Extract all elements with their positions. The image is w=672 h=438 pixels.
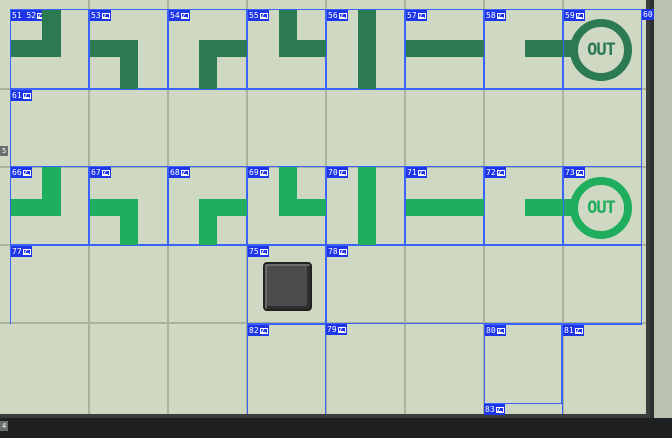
image-icon bbox=[180, 12, 189, 19]
tile-tag: 66 bbox=[11, 167, 32, 178]
image-icon bbox=[22, 92, 31, 99]
pipe-tile-elbow[interactable]: 55 bbox=[247, 9, 327, 89]
pipe-tile-elbow[interactable]: 66 bbox=[10, 166, 89, 245]
empty-cell: 81 bbox=[562, 324, 642, 414]
tile-tag: 54 bbox=[169, 10, 190, 21]
stone-block-icon[interactable] bbox=[263, 262, 312, 311]
side-marker: 5 bbox=[0, 146, 9, 156]
tile-tag: 77 bbox=[11, 246, 32, 257]
tile-tag: 71 bbox=[406, 167, 427, 178]
image-icon bbox=[338, 169, 347, 176]
image-icon bbox=[259, 12, 268, 19]
board-frame-bottom bbox=[0, 418, 672, 438]
image-icon bbox=[259, 169, 268, 176]
image-icon bbox=[101, 12, 110, 19]
tile-tag: 73 bbox=[564, 167, 585, 178]
bottom-marker: 4 bbox=[0, 421, 9, 431]
pipe-tile-half-horizontal[interactable]: 72 bbox=[484, 166, 564, 245]
pipe-tile-elbow[interactable]: 69 bbox=[247, 166, 327, 245]
tile-tag: 72 bbox=[485, 167, 506, 178]
image-icon bbox=[338, 248, 347, 255]
image-icon bbox=[101, 169, 110, 176]
tile-tag: 57 bbox=[406, 10, 427, 21]
tile-tag: 82 bbox=[248, 325, 269, 336]
image-icon bbox=[417, 169, 426, 176]
tile-tag: 51 52 bbox=[11, 10, 47, 21]
tile-tag: 83 bbox=[484, 404, 505, 415]
pipe-tile-elbow[interactable]: 54 bbox=[168, 9, 248, 90]
edge-tag: 60 bbox=[642, 9, 654, 20]
image-icon bbox=[337, 326, 346, 333]
tile-tag: 80 bbox=[485, 325, 506, 336]
exit-tile[interactable]: OUT 59 bbox=[563, 9, 642, 89]
game-board: 51 52 53 54 55 56 57 58 OUT 59 60 61 5 6… bbox=[0, 0, 654, 418]
tile-tag: 79 bbox=[326, 324, 347, 335]
image-icon bbox=[22, 248, 31, 255]
empty-cell: 82 bbox=[247, 324, 326, 414]
pipe-tile-half-horizontal[interactable]: 58 bbox=[484, 9, 564, 89]
tile-tag: 56 bbox=[327, 10, 348, 21]
pipe-tile-elbow[interactable]: 68 bbox=[168, 166, 248, 246]
image-icon bbox=[574, 327, 583, 334]
empty-cell: 79 bbox=[326, 324, 484, 414]
image-icon bbox=[417, 12, 426, 19]
image-icon bbox=[22, 169, 31, 176]
tile-tag: 69 bbox=[248, 167, 269, 178]
pipe-tile-straight-vertical[interactable]: 56 bbox=[326, 9, 405, 90]
image-icon bbox=[495, 406, 504, 413]
image-icon bbox=[575, 12, 584, 19]
tile-tag: 61 bbox=[11, 90, 32, 101]
image-icon bbox=[259, 248, 268, 255]
tile-tag: 53 bbox=[90, 10, 111, 21]
empty-row: 61 bbox=[10, 89, 642, 167]
board-frame-right bbox=[654, 0, 672, 438]
tile-tag: 55 bbox=[248, 10, 269, 21]
pipe-tile-elbow[interactable]: 53 bbox=[89, 9, 168, 90]
image-icon bbox=[338, 12, 347, 19]
exit-tile[interactable]: OUT 73 bbox=[563, 166, 642, 245]
empty-cell: 80 bbox=[484, 324, 562, 404]
image-icon bbox=[259, 327, 268, 334]
tile-tag: 68 bbox=[169, 167, 190, 178]
image-icon bbox=[496, 12, 505, 19]
tile-tag: 67 bbox=[90, 167, 111, 178]
image-icon bbox=[180, 169, 189, 176]
tile-tag: 81 bbox=[563, 325, 584, 336]
empty-cell-region: 78 bbox=[326, 245, 642, 324]
pipe-tile-elbow[interactable]: 67 bbox=[89, 166, 168, 246]
image-icon bbox=[496, 327, 505, 334]
pipe-tile-straight-horizontal[interactable]: 57 bbox=[405, 9, 485, 89]
exit-out-icon: OUT bbox=[570, 177, 632, 239]
image-icon bbox=[496, 169, 505, 176]
tile-tag: 78 bbox=[327, 246, 348, 257]
tile-tag: 59 bbox=[564, 10, 585, 21]
pipe-tile-elbow[interactable]: 51 52 bbox=[10, 9, 89, 89]
tile-tag: 75 bbox=[248, 246, 269, 257]
tile-tag: 70 bbox=[327, 167, 348, 178]
pipe-tile-straight-vertical[interactable]: 70 bbox=[326, 166, 405, 246]
empty-cell-region: 77 bbox=[10, 245, 247, 324]
exit-out-icon: OUT bbox=[570, 19, 632, 81]
pipe-tile-straight-horizontal[interactable]: 71 bbox=[405, 166, 485, 245]
tile-tag: 58 bbox=[485, 10, 506, 21]
image-icon bbox=[575, 169, 584, 176]
